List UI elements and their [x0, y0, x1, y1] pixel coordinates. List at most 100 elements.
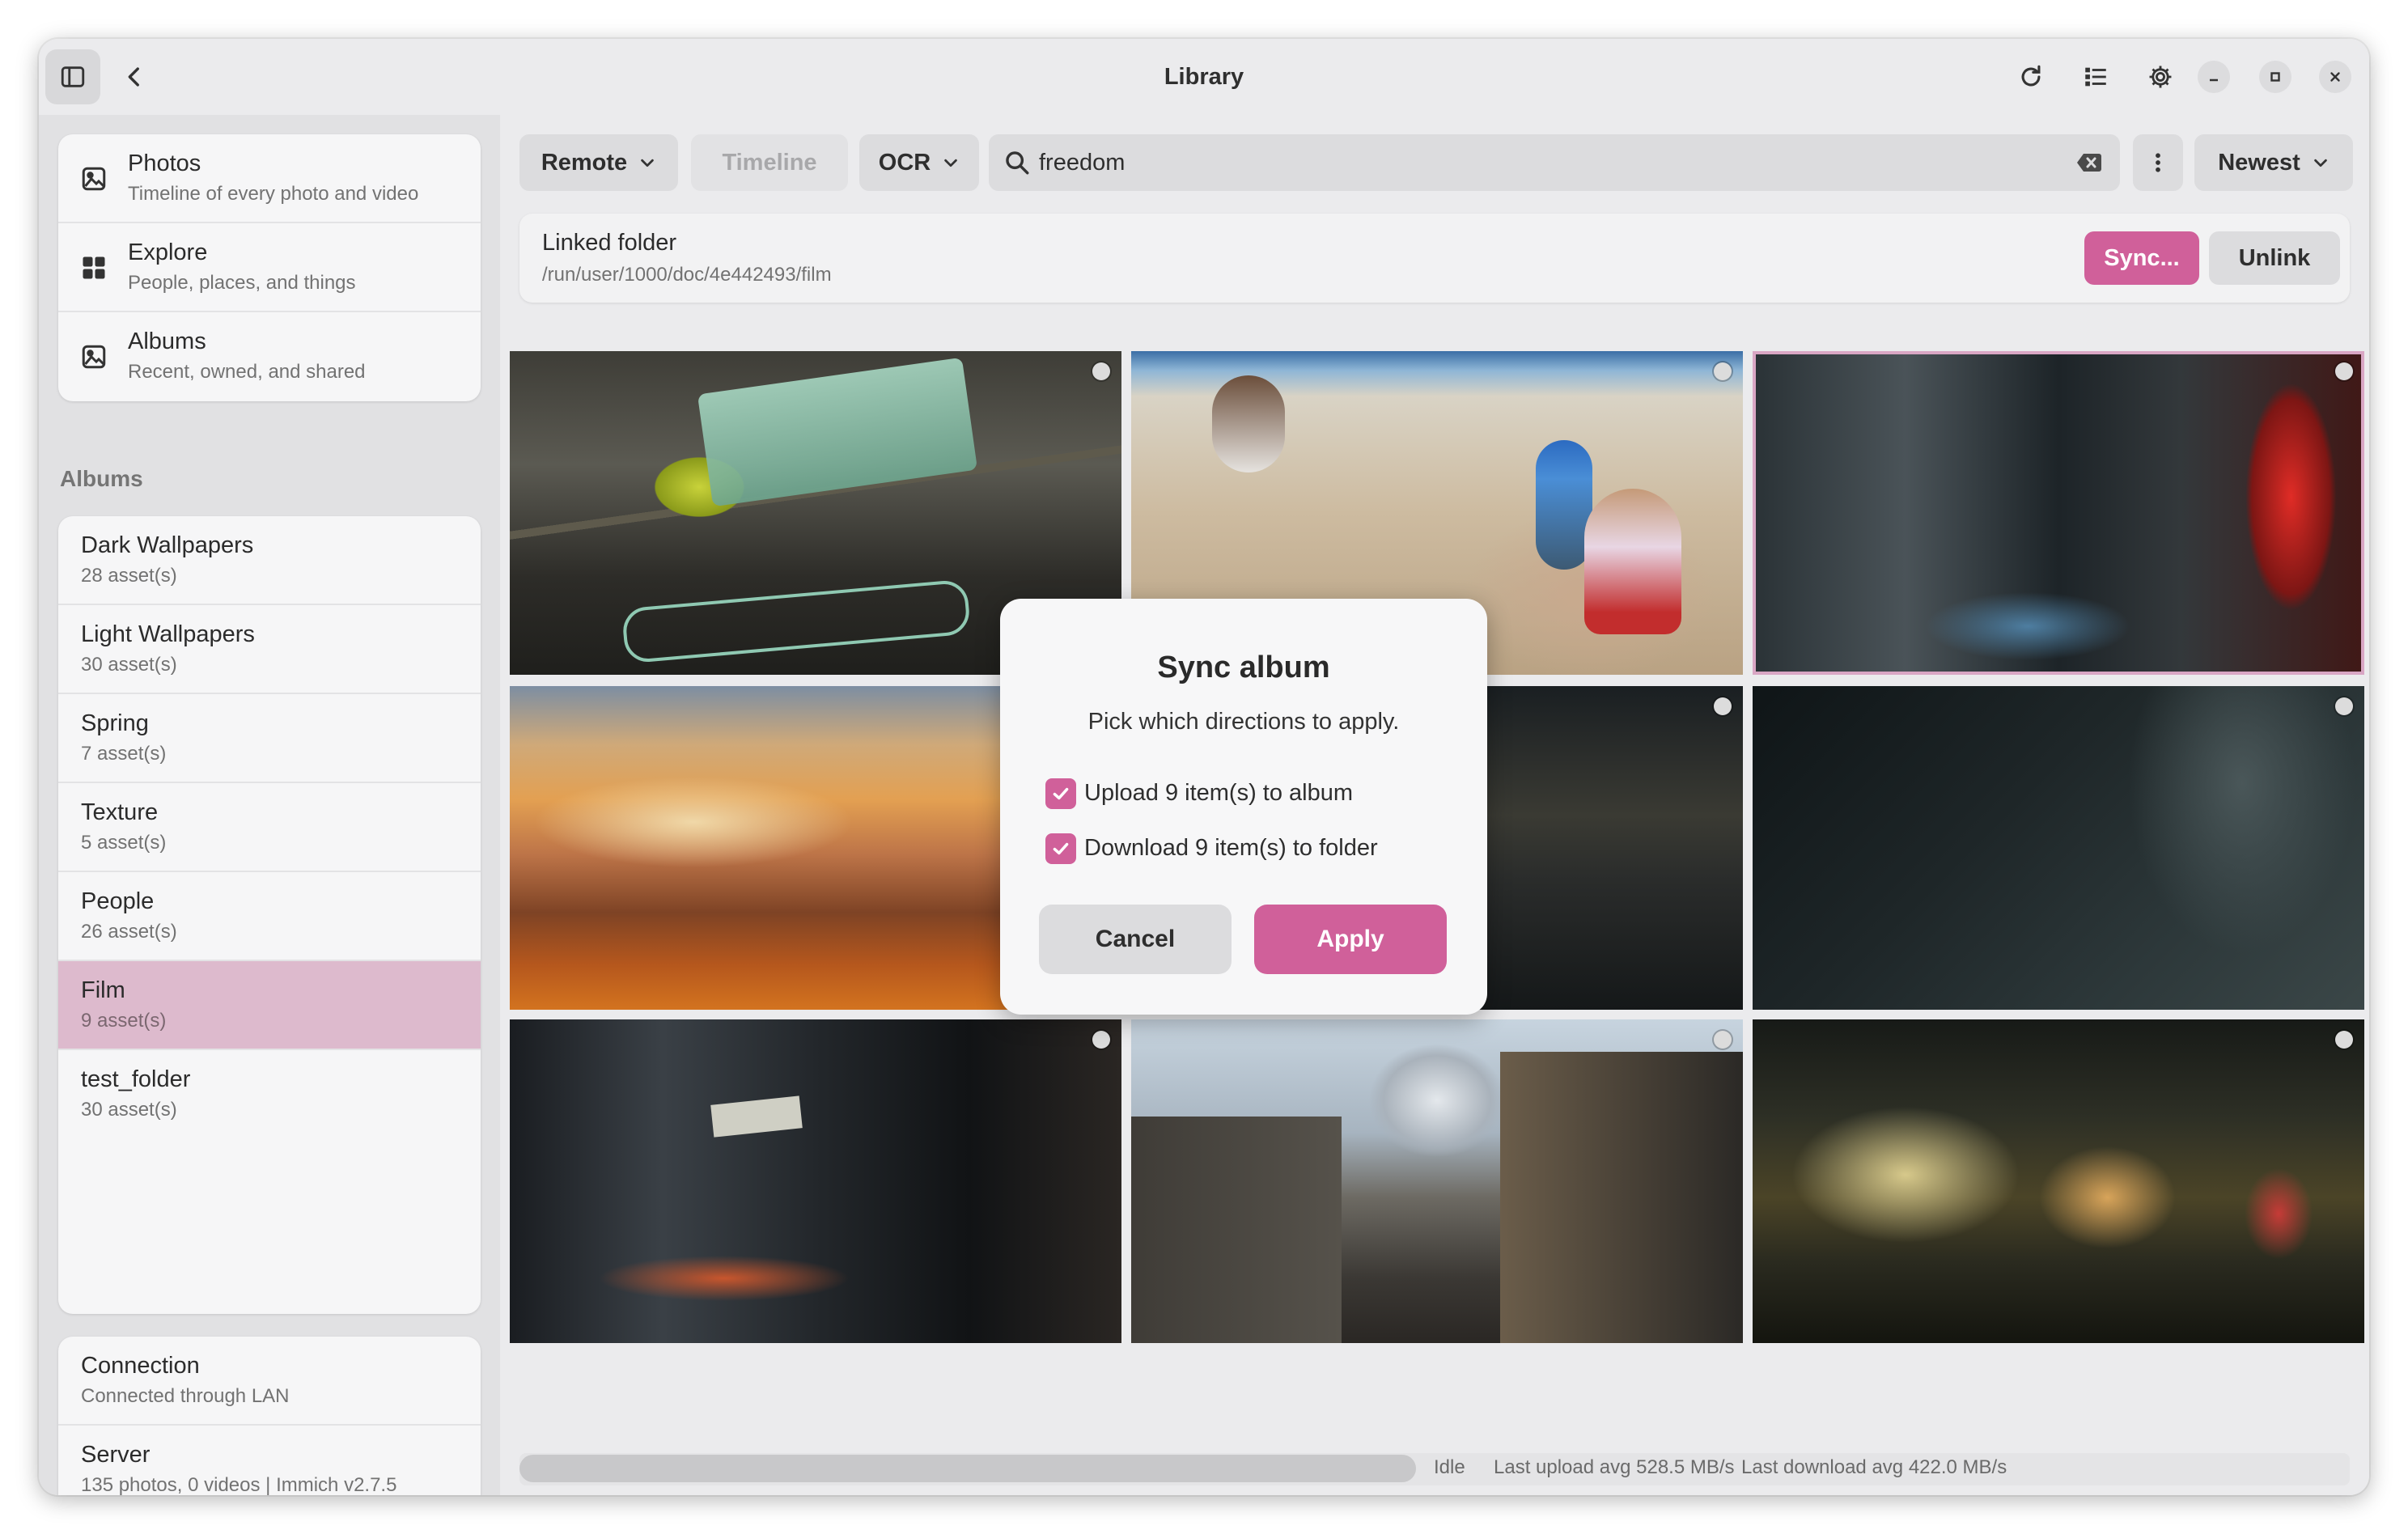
search-field[interactable] [989, 134, 2120, 191]
status-download-speed: Last download avg 422.0 MB/s [1741, 1456, 2007, 1478]
album-count: 5 asset(s) [81, 832, 167, 854]
connection-status[interactable]: Connection Connected through LAN [58, 1337, 481, 1426]
chevron-down-icon [2313, 159, 2327, 167]
albums-section-heading: Albums [60, 466, 143, 491]
select-checkbox[interactable] [1092, 362, 1110, 380]
sidebar-toggle-button[interactable] [45, 49, 100, 104]
cancel-button[interactable]: Cancel [1039, 905, 1232, 974]
nav-item-albums[interactable]: Albums Recent, owned, and shared [58, 312, 481, 401]
sort-dropdown[interactable]: Newest [2194, 134, 2353, 191]
album-item[interactable]: Light Wallpapers 30 asset(s) [58, 605, 481, 694]
photo-tile-station-night[interactable] [1753, 1019, 2364, 1343]
more-options-button[interactable] [2133, 134, 2183, 191]
select-checkbox[interactable] [2335, 1031, 2353, 1049]
status-state: Idle [1434, 1456, 1465, 1478]
nav-item-label: Photos [128, 150, 201, 176]
linked-folder-banner: Linked folder /run/user/1000/doc/4e44249… [519, 214, 2350, 303]
source-dropdown[interactable]: Remote [519, 134, 678, 191]
apply-button[interactable]: Apply [1254, 905, 1447, 974]
photo-tile-fuji-street[interactable] [1131, 1019, 1743, 1343]
refresh-button[interactable] [2003, 49, 2058, 104]
photo-detail [697, 357, 978, 507]
refresh-icon [2021, 65, 2041, 87]
footer-card: Connection Connected through LAN Server … [58, 1337, 481, 1495]
album-item[interactable]: test_folder 30 asset(s) [58, 1050, 481, 1139]
nav-item-label: Explore [128, 239, 208, 265]
photo-detail [1212, 375, 1285, 472]
close-button[interactable] [2319, 61, 2351, 93]
search-input[interactable] [1039, 134, 2042, 191]
server-info[interactable]: Server 135 photos, 0 videos | Immich v2.… [58, 1426, 481, 1495]
app-window: Library Photos Timeline of every photo a… [39, 39, 2369, 1495]
photo-detail [710, 1095, 803, 1138]
photo-detail [1584, 489, 1681, 634]
nav-card: Photos Timeline of every photo and video… [58, 134, 481, 401]
photo-tile-city-night[interactable] [1753, 351, 2364, 675]
linked-folder-label: Linked folder [542, 230, 677, 256]
search-mode-label: OCR [878, 149, 931, 176]
timeline-button-label: Timeline [722, 149, 817, 176]
nav-item-photos[interactable]: Photos Timeline of every photo and video [58, 134, 481, 223]
sort-dropdown-label: Newest [2218, 149, 2300, 176]
linked-folder-path: /run/user/1000/doc/4e442493/film [542, 264, 832, 286]
view-list-button[interactable] [2068, 49, 2123, 104]
header-bar: Library [39, 39, 2369, 115]
select-checkbox[interactable] [2335, 697, 2353, 715]
nav-item-description: Recent, owned, and shared [128, 361, 366, 383]
nav-item-description: People, places, and things [128, 272, 356, 294]
search-mode-dropdown[interactable]: OCR [859, 134, 979, 191]
sidebar-icon [61, 66, 85, 87]
timeline-button[interactable]: Timeline [691, 134, 848, 191]
settings-button[interactable] [2133, 49, 2188, 104]
album-name: Texture [81, 799, 159, 825]
album-name: test_folder [81, 1066, 191, 1092]
upload-checkbox[interactable] [1045, 778, 1076, 809]
maximize-button[interactable] [2259, 61, 2291, 93]
album-item[interactable]: People 26 asset(s) [58, 872, 481, 961]
status-bar: Idle Last upload avg 528.5 MB/s Last dow… [519, 1453, 2350, 1485]
chevron-down-icon [641, 159, 654, 167]
album-item[interactable]: Texture 5 asset(s) [58, 783, 481, 872]
transfer-progress-bar [519, 1455, 1416, 1482]
server-label: Server [81, 1442, 150, 1468]
album-item-selected[interactable]: Film 9 asset(s) [58, 961, 481, 1050]
download-checkbox[interactable] [1045, 833, 1076, 864]
photo-tile-bar-street[interactable] [510, 1019, 1121, 1343]
album-item[interactable]: Dark Wallpapers 28 asset(s) [58, 516, 481, 605]
minimize-icon [2210, 78, 2218, 82]
clear-search-icon[interactable] [2076, 151, 2102, 174]
album-count: 7 asset(s) [81, 743, 167, 765]
select-checkbox[interactable] [2335, 362, 2353, 380]
albums-list[interactable]: Dark Wallpapers 28 asset(s) Light Wallpa… [58, 516, 481, 1314]
select-checkbox[interactable] [1092, 1031, 1110, 1049]
minimize-button[interactable] [2198, 61, 2230, 93]
album-count: 30 asset(s) [81, 654, 177, 676]
dialog-description: Pick which directions to apply. [1087, 709, 1400, 735]
photo-tile-foggy-city[interactable] [1753, 686, 2364, 1010]
nav-item-explore[interactable]: Explore People, places, and things [58, 223, 481, 312]
sidebar: Photos Timeline of every photo and video… [39, 115, 500, 1495]
album-name: Film [81, 977, 125, 1003]
checkmark-icon [1053, 787, 1069, 800]
album-count: 9 asset(s) [81, 1010, 167, 1032]
album-name: Spring [81, 710, 149, 736]
grid-icon [79, 253, 108, 282]
album-name: Dark Wallpapers [81, 532, 254, 558]
nav-item-label: Albums [128, 328, 206, 354]
more-vertical-icon [2156, 153, 2160, 172]
sync-button[interactable]: Sync... [2084, 231, 2199, 285]
photo-detail [1500, 1052, 1743, 1343]
close-icon [2330, 72, 2340, 82]
search-icon [1006, 151, 1029, 175]
select-checkbox[interactable] [1714, 362, 1732, 380]
upload-option-label[interactable]: Upload 9 item(s) to album [1084, 780, 1353, 807]
album-item[interactable]: Spring 7 asset(s) [58, 694, 481, 783]
select-checkbox[interactable] [1714, 697, 1732, 715]
select-checkbox[interactable] [1714, 1031, 1732, 1049]
dialog-title: Sync album [1157, 650, 1330, 684]
album-name: Light Wallpapers [81, 621, 255, 647]
unlink-button[interactable]: Unlink [2209, 231, 2340, 285]
back-button[interactable] [107, 49, 162, 104]
nav-item-description: Timeline of every photo and video [128, 183, 419, 205]
download-option-label[interactable]: Download 9 item(s) to folder [1084, 835, 1378, 862]
